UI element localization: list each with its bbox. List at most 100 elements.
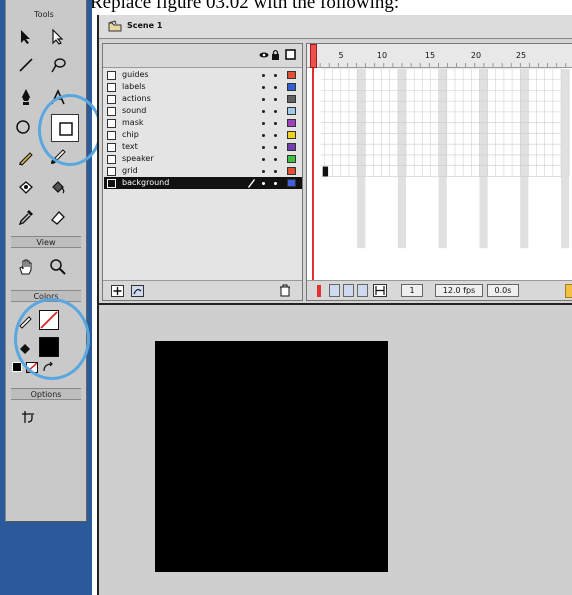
- playhead-line: [312, 68, 314, 280]
- outline-color-swatch[interactable]: [287, 107, 296, 115]
- frame-band: [438, 68, 447, 249]
- outline-icon[interactable]: [285, 49, 296, 60]
- ink-bottle-icon[interactable]: [12, 174, 40, 200]
- outline-color-swatch[interactable]: [287, 95, 296, 103]
- outline-color-swatch[interactable]: [287, 143, 296, 151]
- lock-dot[interactable]: [274, 134, 277, 137]
- insert-layer-icon[interactable]: [111, 285, 124, 297]
- stage-area[interactable]: [97, 303, 572, 595]
- current-frame-display: 1: [401, 284, 423, 297]
- layer-name: mask: [122, 118, 144, 127]
- layer-row[interactable]: actions: [104, 93, 302, 105]
- layer-row[interactable]: text: [104, 141, 302, 153]
- eye-icon[interactable]: [259, 50, 269, 60]
- elapsed-time-display: 0.0s: [487, 284, 519, 297]
- tools-panel-background: Tools View Colors Options: [0, 0, 102, 595]
- arrow-icon[interactable]: [12, 24, 40, 50]
- trash-icon[interactable]: [279, 284, 291, 297]
- scroll-thumb[interactable]: [565, 284, 572, 298]
- timeline-window: Scene 1 guides labels actions sound mask chip…: [97, 15, 572, 303]
- layer-name: chip: [122, 130, 139, 139]
- outline-color-swatch[interactable]: [287, 155, 296, 163]
- center-frame-icon[interactable]: [317, 285, 321, 297]
- snap-icon[interactable]: [14, 404, 42, 430]
- lock-dot[interactable]: [274, 170, 277, 173]
- lock-dot[interactable]: [274, 110, 277, 113]
- layer-name: background: [122, 178, 170, 187]
- layer-row[interactable]: guides: [104, 69, 302, 81]
- visibility-dot[interactable]: [262, 98, 265, 101]
- eraser-icon[interactable]: [44, 204, 72, 230]
- edit-multiple-frames-icon[interactable]: [357, 284, 368, 297]
- default-colors-icon[interactable]: [12, 362, 22, 372]
- scene-label[interactable]: Scene 1: [127, 21, 162, 31]
- visibility-dot[interactable]: [262, 86, 265, 89]
- hand-icon[interactable]: [12, 254, 40, 280]
- layer-row[interactable]: speaker: [104, 153, 302, 165]
- outline-color-swatch[interactable]: [287, 83, 296, 91]
- layer-name: actions: [122, 94, 151, 103]
- lock-icon[interactable]: [271, 49, 280, 60]
- scene-bar: Scene 1: [99, 15, 572, 39]
- document-caption: Replace figure 03.02 with the following:: [90, 0, 400, 13]
- layer-row[interactable]: labels: [104, 81, 302, 93]
- frame-rate-display: 12.0 fps: [435, 284, 483, 297]
- onion-skin-icon[interactable]: [329, 284, 340, 297]
- layer-row[interactable]: chip: [104, 129, 302, 141]
- layer-row[interactable]: sound: [104, 105, 302, 117]
- frame-ruler: 5 10 15 20 25: [307, 44, 572, 68]
- layer-page-icon: [107, 71, 116, 80]
- zoom-icon[interactable]: [44, 254, 72, 280]
- lock-dot[interactable]: [274, 86, 277, 89]
- lock-dot[interactable]: [274, 122, 277, 125]
- frame-number-25: 25: [515, 51, 527, 60]
- playhead[interactable]: [310, 44, 317, 68]
- layer-name: sound: [122, 106, 147, 115]
- layer-row[interactable]: background: [104, 177, 302, 189]
- pen-icon[interactable]: [12, 84, 40, 110]
- outline-color-swatch[interactable]: [287, 179, 296, 187]
- subselect-icon[interactable]: [44, 24, 72, 50]
- layer-name: speaker: [122, 154, 154, 163]
- oval-icon[interactable]: [9, 114, 37, 140]
- outline-color-swatch[interactable]: [287, 71, 296, 79]
- lock-dot[interactable]: [274, 182, 277, 185]
- tools-panel-title: Tools: [34, 10, 54, 19]
- visibility-dot[interactable]: [262, 122, 265, 125]
- outline-color-swatch[interactable]: [287, 167, 296, 175]
- modify-onion-markers-icon[interactable]: [373, 284, 387, 297]
- visibility-dot[interactable]: [262, 170, 265, 173]
- layer-page-icon: [107, 167, 116, 176]
- visibility-dot[interactable]: [262, 134, 265, 137]
- onion-skin-outlines-icon[interactable]: [343, 284, 354, 297]
- lock-dot[interactable]: [274, 98, 277, 101]
- frame-band: [479, 68, 488, 249]
- layer-page-icon: [107, 95, 116, 104]
- layer-row[interactable]: grid: [104, 165, 302, 177]
- keyframe[interactable]: [322, 166, 329, 177]
- lasso-icon[interactable]: [44, 52, 72, 78]
- eyedropper-icon[interactable]: [12, 204, 40, 230]
- add-guide-layer-icon[interactable]: [131, 285, 144, 297]
- visibility-dot[interactable]: [262, 158, 265, 161]
- line-icon[interactable]: [12, 52, 40, 78]
- scene-icon: [108, 20, 122, 32]
- layer-page-icon: [107, 179, 116, 188]
- colors-highlight-circle: [14, 298, 90, 380]
- stage-black-rectangle[interactable]: [155, 341, 388, 572]
- visibility-dot[interactable]: [262, 74, 265, 77]
- pencil-icon[interactable]: [12, 144, 40, 170]
- options-section-label: Options: [11, 388, 81, 400]
- paint-bucket-icon[interactable]: [44, 174, 72, 200]
- visibility-dot[interactable]: [262, 182, 265, 185]
- visibility-dot[interactable]: [262, 146, 265, 149]
- lock-dot[interactable]: [274, 158, 277, 161]
- outline-color-swatch[interactable]: [287, 131, 296, 139]
- outline-color-swatch[interactable]: [287, 119, 296, 127]
- layer-row[interactable]: mask: [104, 117, 302, 129]
- visibility-dot[interactable]: [262, 110, 265, 113]
- lock-dot[interactable]: [274, 74, 277, 77]
- pencil-edit-icon: [248, 179, 255, 188]
- tools-panel: Tools View Colors Options: [5, 0, 87, 522]
- lock-dot[interactable]: [274, 146, 277, 149]
